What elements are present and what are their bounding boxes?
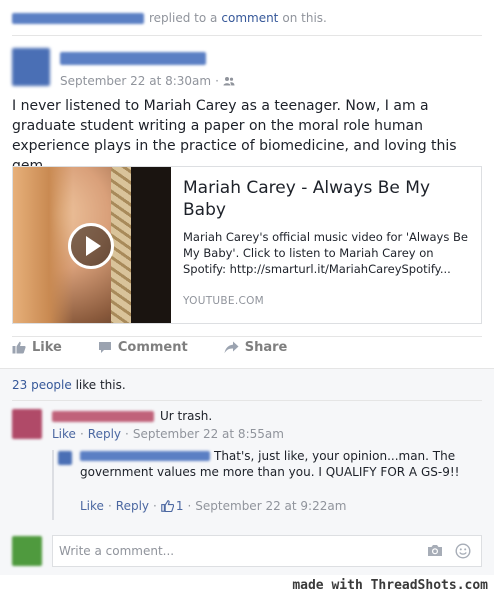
reply-reply-link[interactable]: Reply [116, 499, 149, 513]
comment-icon [98, 342, 111, 353]
post-header: September 22 at 8:30am · [12, 48, 235, 88]
thumbs-up-icon [12, 341, 26, 354]
viewer-avatar [12, 536, 42, 566]
comment-reply-link[interactable]: Reply [88, 427, 121, 441]
link-title[interactable]: Mariah Carey - Always Be My Baby [183, 177, 469, 221]
thumbnail-hair [13, 167, 73, 323]
camera-icon[interactable] [427, 544, 443, 557]
meta-separator: · [153, 499, 157, 513]
comments-section: Ur trash. Like · Reply · September 22 at… [0, 400, 494, 575]
meta-separator: · [187, 499, 192, 513]
reply-thread-line [52, 450, 54, 520]
divider [12, 35, 482, 36]
post-timestamp[interactable]: September 22 at 8:30am [60, 74, 211, 88]
like-label: Like [32, 340, 62, 355]
share-arrow-icon [224, 341, 239, 354]
likers-link[interactable]: 23 people [12, 378, 72, 392]
comment-input[interactable]: Write a comment... [52, 535, 482, 567]
likes-suffix: like this. [75, 378, 126, 392]
comment-composer: Write a comment... [0, 528, 494, 574]
share-label: Share [244, 340, 288, 355]
redacted-commenter-name[interactable] [52, 410, 154, 422]
activity-comment-link[interactable]: comment [221, 11, 278, 25]
reply-meta: Like · Reply · 1 · September 22 at 9:22a… [80, 499, 346, 513]
link-preview-card[interactable]: Mariah Carey - Always Be My Baby Mariah … [12, 166, 482, 324]
reply-like-link[interactable]: Like [80, 499, 104, 513]
smiley-icon[interactable] [455, 543, 471, 559]
activity-text-after: on this. [282, 11, 327, 25]
thumbnail-shadow [131, 167, 171, 323]
comment-input-placeholder: Write a comment... [59, 544, 175, 558]
redacted-actor-name[interactable] [12, 12, 144, 24]
meta-separator: · [79, 427, 84, 441]
like-button[interactable]: Like [12, 340, 62, 355]
reply-like-count[interactable]: 1 [161, 499, 184, 513]
comment-text: Ur trash. [160, 409, 213, 423]
likes-summary: 23 people like this. [0, 368, 494, 400]
activity-text-before: replied to a [149, 11, 218, 25]
meta-separator: · [215, 74, 219, 88]
author-avatar[interactable] [12, 48, 50, 86]
thumbs-up-outline-icon [161, 500, 174, 512]
meta-separator: · [125, 427, 129, 441]
reply-timestamp[interactable]: September 22 at 9:22am [195, 499, 346, 513]
comment-label: Comment [117, 340, 188, 355]
divider [12, 400, 482, 401]
comment-body: Ur trash. [52, 409, 212, 423]
comment-timestamp[interactable]: September 22 at 8:55am [133, 427, 284, 441]
activity-line: replied to a comment on this. [12, 10, 327, 26]
commenter-avatar[interactable] [12, 409, 42, 439]
post-actions: Like Comment Share [12, 340, 323, 355]
redacted-author-name[interactable] [60, 52, 206, 65]
replier-avatar[interactable] [58, 451, 72, 465]
comment-button[interactable]: Comment [98, 340, 188, 355]
reply-body: That's, just like, your opinion...man. T… [80, 448, 470, 480]
divider [12, 336, 482, 337]
share-button[interactable]: Share [224, 340, 288, 355]
post-text: I never listened to Mariah Carey as a te… [12, 98, 457, 174]
watermark: made with ThreadShots.com [292, 578, 488, 593]
like-count-value: 1 [175, 499, 184, 513]
friends-icon[interactable] [223, 76, 235, 86]
comment-like-link[interactable]: Like [52, 427, 76, 441]
link-domain: YOUTUBE.COM [183, 295, 265, 307]
link-description: Mariah Carey's official music video for … [183, 230, 468, 276]
comment-meta: Like · Reply · September 22 at 8:55am [52, 427, 284, 441]
meta-separator: · [107, 499, 112, 513]
play-icon[interactable] [68, 223, 114, 269]
redacted-replier-name[interactable] [80, 451, 210, 461]
video-thumbnail[interactable] [13, 167, 171, 323]
